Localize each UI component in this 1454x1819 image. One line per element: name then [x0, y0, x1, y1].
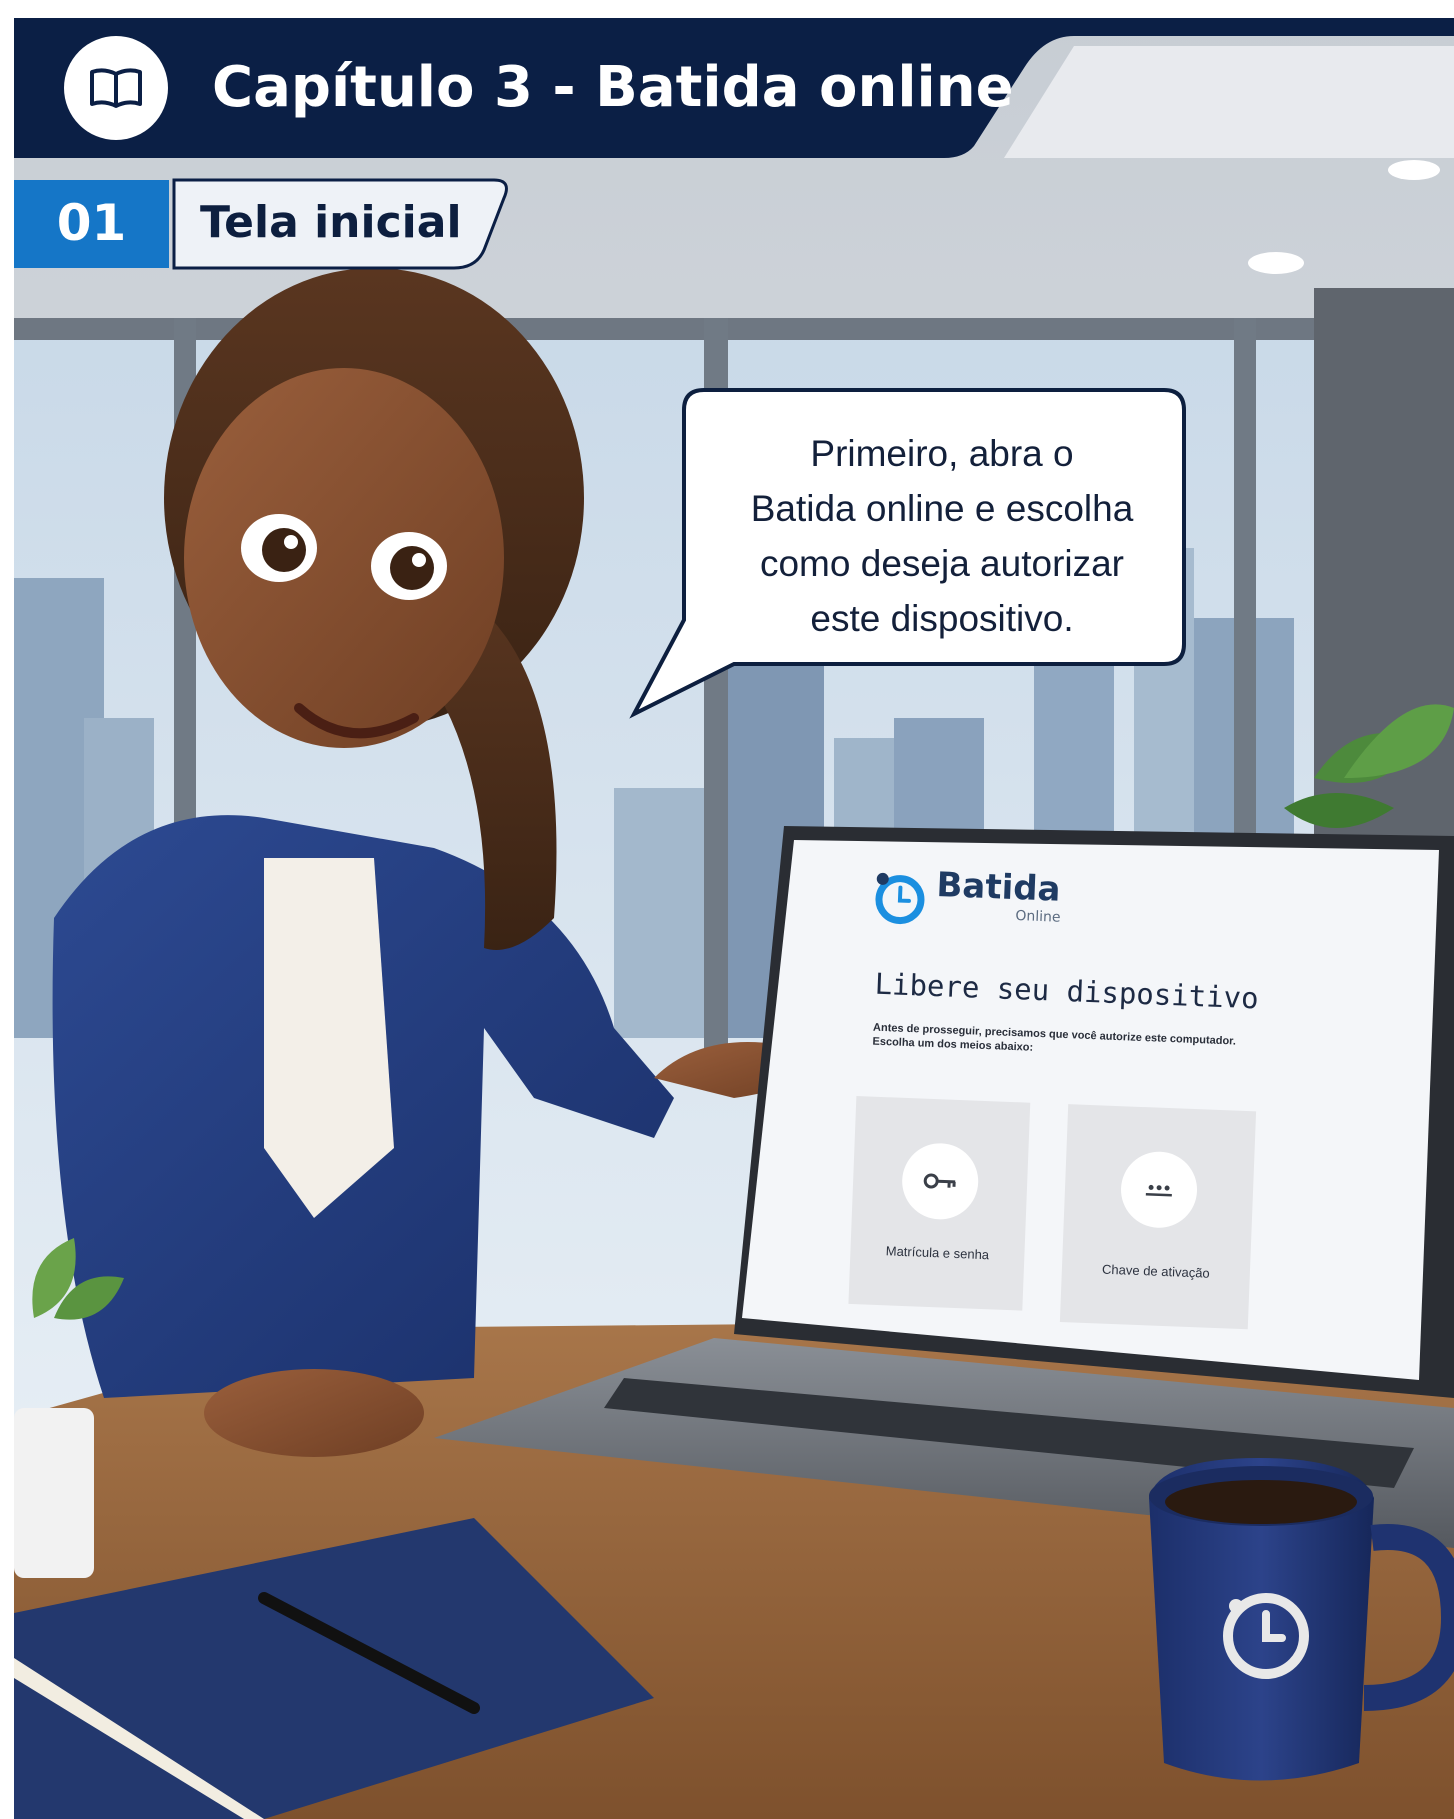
clock-logo-icon: [875, 872, 925, 925]
screen-heading: Libere seu dispositivo: [874, 966, 1260, 1016]
option-matricula-senha[interactable]: Matrícula e senha: [848, 1096, 1031, 1311]
screen-description: Antes de prosseguir, precisamos que você…: [872, 1021, 1237, 1054]
speech-line: como deseja autorizar: [759, 543, 1125, 584]
option-chave-ativacao[interactable]: Chave de ativação: [1059, 1104, 1257, 1330]
step-title: Tela inicial: [200, 197, 462, 248]
speech-line: Batida online e escolha: [750, 488, 1134, 529]
speech-bubble-text: Primeiro, abra o Batida online e escolha…: [686, 426, 1198, 646]
laptop-screen: Batida Online Libere seu dispositivo Ant…: [737, 844, 1454, 1371]
key-icon: [900, 1141, 980, 1221]
password-dots-icon: [1119, 1150, 1199, 1230]
step-number: 01: [56, 194, 127, 252]
brand-subtitle: Online: [1015, 908, 1061, 926]
speech-line: Primeiro, abra o: [810, 433, 1074, 474]
option-label: Matrícula e senha: [885, 1243, 990, 1263]
speech-line: este dispositivo.: [810, 598, 1074, 639]
chapter-title: Capítulo 3 - Batida online: [212, 55, 1014, 120]
brand-name: Batida: [935, 864, 1062, 910]
open-book-icon: [64, 36, 168, 140]
option-label: Chave de ativação: [1101, 1261, 1210, 1281]
page-frame: Capítulo 3 - Batida online 01 Tela inici…: [14, 18, 1454, 1819]
